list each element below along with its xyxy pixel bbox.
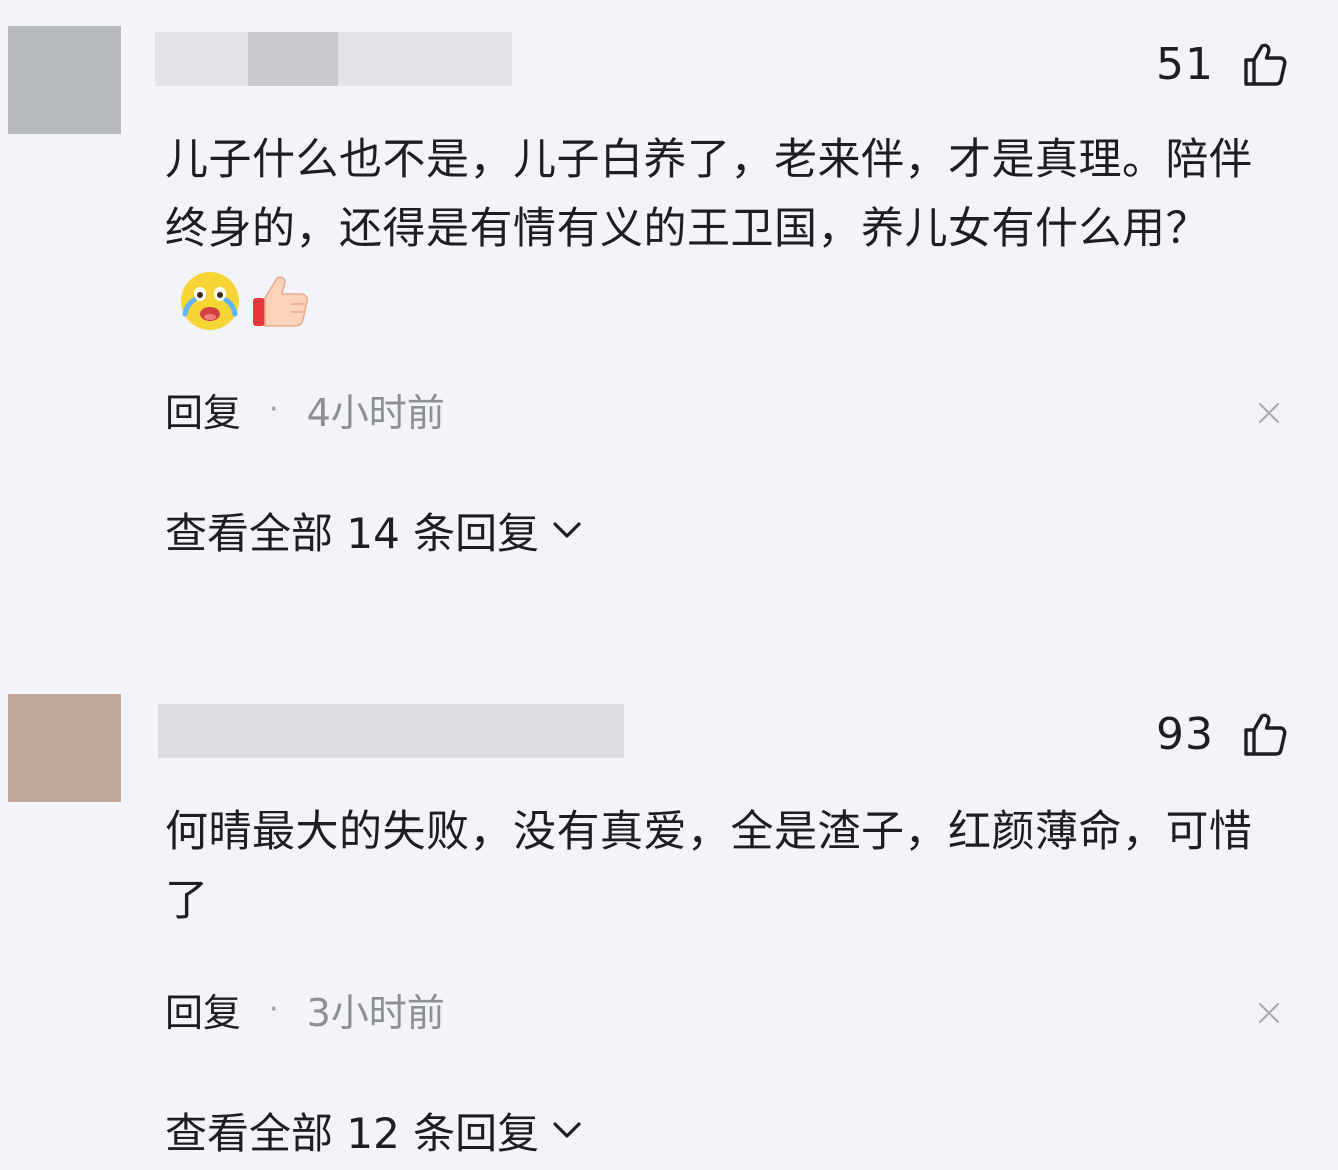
view-all-replies-label: 查看全部 12 条回复 [165, 1108, 540, 1158]
chevron-down-icon [553, 1122, 581, 1138]
like-count: 51 [1156, 38, 1214, 90]
close-icon[interactable] [1256, 1000, 1282, 1026]
comment-body: 儿子什么也不是，儿子白养了，老来伴，才是真理。陪伴终身的，还得是有情有义的王卫国… [165, 135, 1253, 254]
timestamp: 4小时前 [306, 390, 445, 435]
username-redacted[interactable] [155, 32, 512, 86]
username-redacted[interactable] [158, 704, 624, 758]
comment-text: 儿子什么也不是，儿子白养了，老来伴，才是真理。陪伴终身的，还得是有情有义的王卫国… [165, 126, 1275, 333]
view-all-replies-label: 查看全部 14 条回复 [165, 508, 540, 558]
chevron-down-icon [553, 522, 581, 538]
view-all-replies-button[interactable]: 查看全部 14 条回复 [165, 502, 583, 558]
avatar[interactable] [8, 694, 121, 802]
separator-dot: · [269, 991, 279, 1027]
crying-face-icon [181, 271, 239, 330]
view-all-replies-button[interactable]: 查看全部 12 条回复 [165, 1102, 583, 1158]
comment-body: 何晴最大的失败，没有真爱，全是渣子，红颜薄命，可惜了 [165, 807, 1253, 926]
thumbs-up-icon[interactable] [1240, 40, 1288, 88]
like-control[interactable]: 93 [1156, 708, 1288, 760]
avatar[interactable] [8, 26, 121, 134]
comment-meta: 回复 · 3小时前 [165, 982, 445, 1037]
timestamp: 3小时前 [306, 990, 445, 1035]
thumbs-up-icon[interactable] [1240, 710, 1288, 758]
comment-text: 何晴最大的失败，没有真爱，全是渣子，红颜薄命，可惜了 [165, 798, 1275, 936]
close-icon[interactable] [1256, 400, 1282, 426]
like-count: 93 [1156, 708, 1214, 760]
thumbs-up-emoji-icon [253, 275, 308, 327]
reply-button[interactable]: 回复 [165, 982, 241, 1037]
separator-dot: · [269, 391, 279, 427]
like-control[interactable]: 51 [1156, 38, 1288, 90]
reply-button[interactable]: 回复 [165, 382, 241, 437]
comment-meta: 回复 · 4小时前 [165, 382, 445, 437]
